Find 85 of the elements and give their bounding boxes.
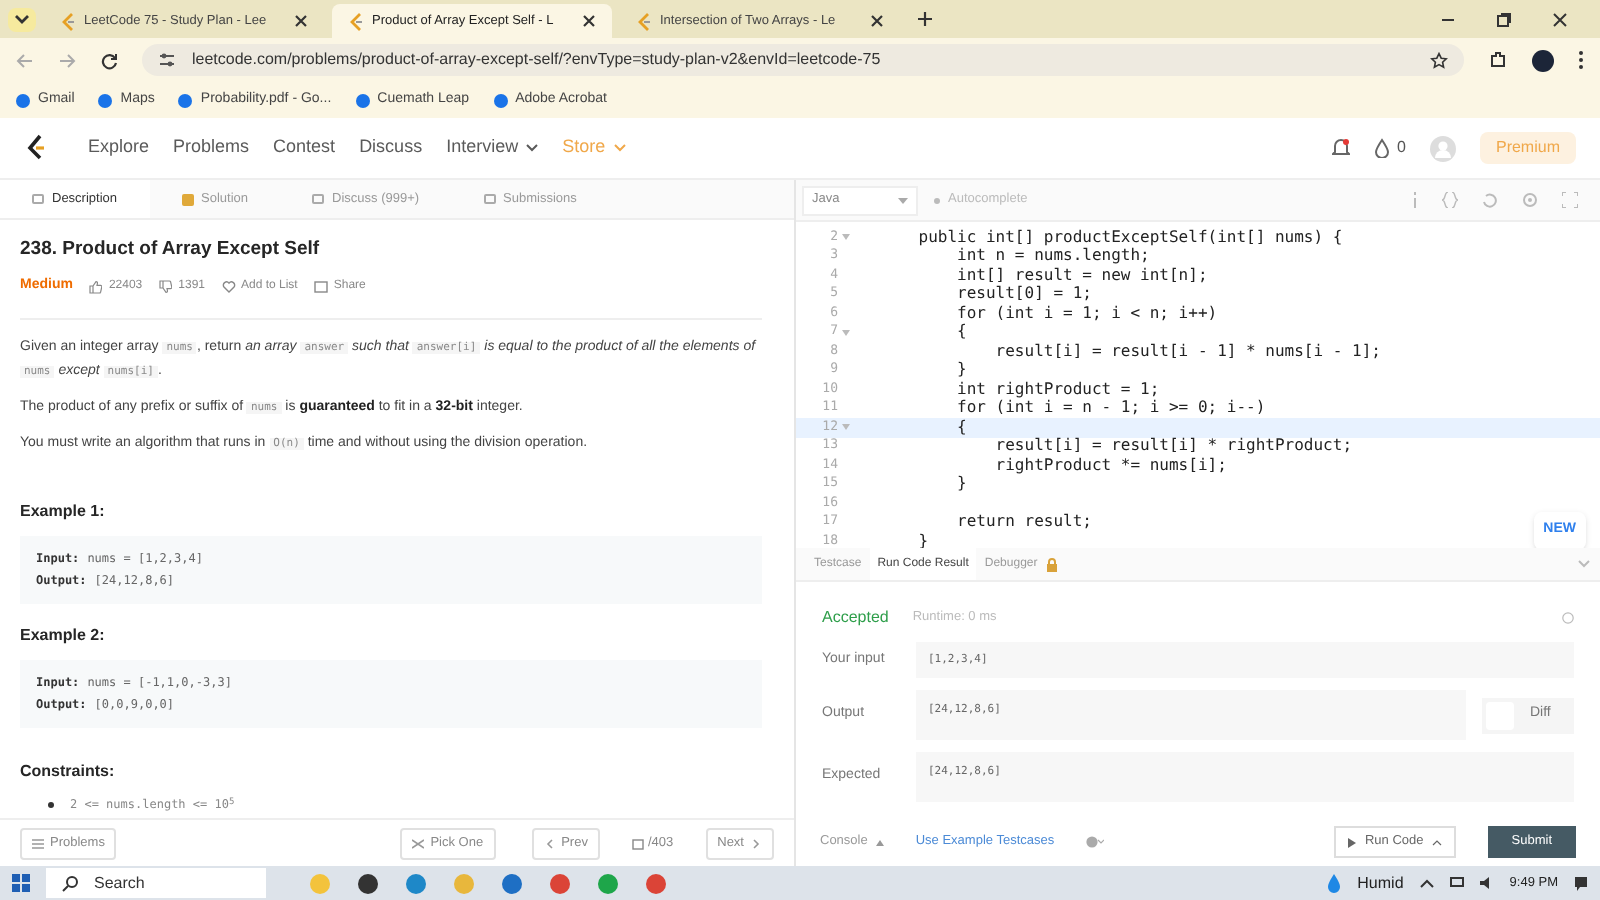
heart-icon: [221, 280, 235, 294]
code-line: public int[] productExceptSelf(int[] nums) {: [916, 225, 1343, 247]
more-vert-icon: [1578, 50, 1584, 70]
chevron-down-icon: [526, 144, 539, 152]
taskbar-search-field[interactable]: Search: [46, 868, 266, 898]
constraints-heading: Constraints:: [20, 759, 117, 784]
leetcode-logo-icon: [24, 134, 48, 162]
bookmark-icon: [355, 93, 370, 107]
network-icon: [1449, 876, 1464, 890]
drop-icon: [1373, 138, 1390, 158]
windows-logo-icon: [12, 874, 30, 892]
reset-icon: [1482, 192, 1498, 208]
code-line: result[i] = result[i] * rightProduct;: [993, 434, 1353, 457]
app-icon[interactable]: [598, 873, 618, 893]
code-line: {: [955, 320, 967, 345]
speaker-icon: [1479, 876, 1494, 890]
bookmark-icon: [98, 93, 113, 107]
plus-icon: [916, 10, 934, 28]
close-icon: [1552, 11, 1568, 27]
reload-icon: [100, 51, 118, 69]
puzzle-icon: [1488, 50, 1508, 70]
result-status: Accepted: [822, 606, 889, 630]
code-line: return result;: [955, 510, 1092, 535]
code-line: int rightProduct = 1;: [955, 377, 1160, 399]
play-icon: [1348, 837, 1357, 847]
example-heading: Example 1:: [20, 499, 107, 524]
nav-link[interactable]: Interview: [446, 134, 539, 162]
address-bar[interactable]: leetcode.com/problems/product-of-array-except-self/?envType=study-plan-v2&envId=leetcode-75: [142, 44, 1464, 76]
notification-icon: [1574, 875, 1588, 891]
fullscreen-icon: [1562, 192, 1578, 208]
thumbs-up-icon: [88, 280, 103, 294]
close-icon: [870, 14, 884, 28]
code-line: }: [916, 529, 929, 548]
caret-down-icon: [898, 197, 908, 203]
coin-count: 0: [1397, 136, 1406, 160]
chevron-down-icon: [8, 7, 36, 31]
back-arrow-icon: [16, 51, 34, 69]
problem-title: 238. Product of Array Except Self: [20, 236, 322, 264]
bookmark-icon: [493, 93, 508, 107]
chevron-down-icon: [1578, 560, 1590, 568]
close-icon: [582, 14, 596, 28]
caret-up-icon: [875, 839, 884, 845]
water-drop-icon: [1325, 873, 1342, 893]
info-icon: [1412, 192, 1418, 208]
settings-icon: [1522, 192, 1538, 208]
code-line: int n = nums.length;: [955, 246, 1150, 267]
restore-icon: [1496, 11, 1512, 27]
forward-arrow-icon: [58, 51, 76, 69]
star-icon: [1430, 51, 1448, 69]
code-line: rightProduct *= nums[i];: [993, 453, 1227, 478]
leetcode-logo-icon: [348, 11, 364, 31]
chevron-right-icon: [750, 837, 762, 849]
close-icon: [294, 14, 308, 28]
bullet-icon: [48, 801, 54, 808]
nav-link[interactable]: Problems: [173, 134, 250, 162]
thumbs-down-icon: [158, 280, 173, 294]
code-line: {: [955, 415, 967, 440]
bookmark-icon: [178, 93, 193, 107]
braces-icon: [1442, 192, 1458, 208]
code-line: for (int i = 1; i < n; i++): [955, 301, 1218, 323]
tune-icon: [158, 52, 176, 68]
description-icon: [32, 194, 44, 204]
code-line: }: [955, 472, 967, 497]
chevron-left-icon: [543, 837, 556, 849]
nav-link[interactable]: Explore: [88, 134, 150, 162]
code-line: result[i] = result[i - 1] * nums[i - 1];: [993, 339, 1381, 364]
search-icon: [62, 875, 78, 891]
code-line: result[0] = 1;: [955, 282, 1092, 305]
leetcode-logo-icon: [60, 11, 76, 31]
chevron-up-icon: [1419, 878, 1434, 888]
code-line: for (int i = n - 1; i >= 0; i--): [955, 398, 1266, 419]
list-icon: [32, 837, 44, 849]
example-heading: Example 2:: [20, 623, 107, 648]
leetcode-logo-icon: [636, 11, 652, 31]
code-line: }: [955, 358, 967, 381]
avatar-icon: [1429, 135, 1456, 161]
nav-link[interactable]: Discuss: [359, 134, 423, 162]
bell-icon: [1331, 138, 1350, 158]
caret-up-icon: [1431, 839, 1442, 845]
profile-avatar[interactable]: [1532, 49, 1554, 71]
weather-text: Humid: [1357, 871, 1404, 895]
bookmark-icon: [16, 93, 30, 107]
nav-link[interactable]: Contest: [273, 134, 336, 162]
chevron-down-icon: [613, 144, 626, 152]
code-line: int[] result = new int[n];: [955, 264, 1208, 285]
